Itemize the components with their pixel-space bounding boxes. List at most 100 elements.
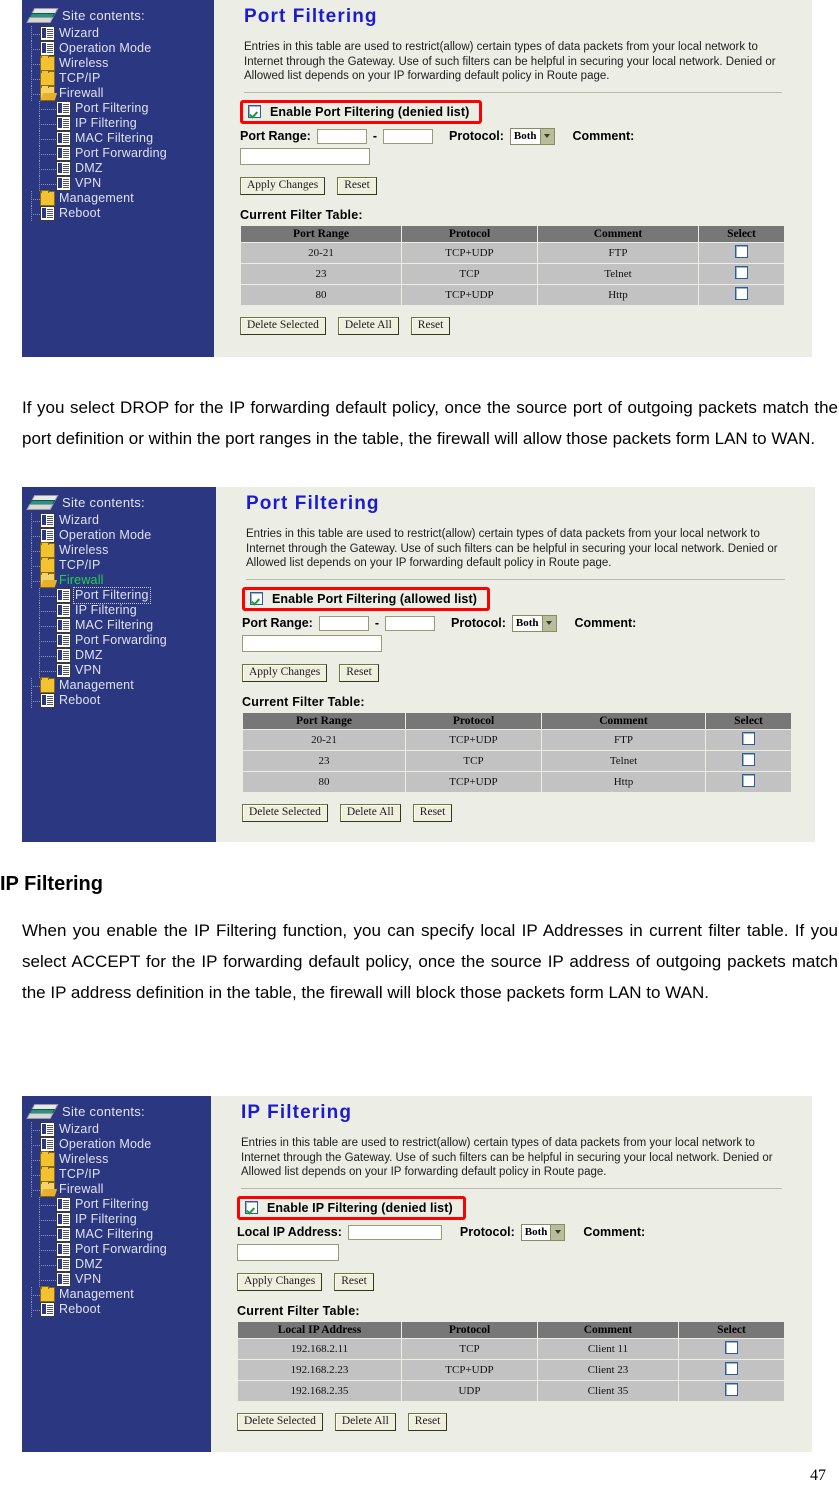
enable-checkbox[interactable] — [248, 105, 261, 118]
sidebar-item-reboot[interactable]: Reboot — [22, 693, 216, 708]
sidebar-item-wizard[interactable]: Wizard — [22, 513, 216, 528]
port-range-start-input[interactable] — [316, 128, 367, 144]
comment-input[interactable] — [240, 147, 370, 165]
tree-connector — [22, 603, 56, 618]
port-range-label: Port Range: — [240, 129, 311, 143]
sidebar-item-operation-mode[interactable]: Operation Mode — [22, 41, 214, 56]
folder-open-icon — [40, 572, 55, 588]
sidebar-item-label: IP Filtering — [75, 603, 137, 617]
delete-all-button[interactable]: Delete All — [339, 803, 401, 822]
sidebar-item-tcp-ip[interactable]: TCP/IP — [22, 557, 216, 573]
reset-table-button[interactable]: Reset — [412, 803, 453, 822]
delete-selected-button[interactable]: Delete Selected — [237, 1412, 323, 1431]
reset-table-button[interactable]: Reset — [407, 1412, 448, 1431]
enable-checkbox[interactable] — [250, 592, 263, 605]
sidebar-item-wizard[interactable]: Wizard — [22, 1122, 211, 1137]
sidebar-item-dmz[interactable]: DMZ — [22, 161, 214, 176]
row-select-checkbox[interactable] — [742, 773, 755, 787]
folder-open-icon — [40, 1181, 55, 1197]
sidebar-item-operation-mode[interactable]: Operation Mode — [22, 528, 216, 543]
select-cell — [698, 283, 785, 306]
disk-icon — [26, 1104, 59, 1119]
sidebar-item-port-filtering[interactable]: Port Filtering — [22, 1197, 211, 1212]
sidebar-item-port-filtering[interactable]: Port Filtering — [22, 587, 216, 604]
document-icon — [56, 176, 71, 191]
sidebar-item-management[interactable]: Management — [22, 190, 214, 206]
enable-port-filtering-row[interactable]: Enable Port Filtering (denied list) — [240, 99, 483, 124]
filter-table: Port Range Protocol Comment Select 20-21 TCP+… — [242, 711, 792, 793]
sidebar-item-management[interactable]: Management — [22, 677, 216, 693]
chevron-down-icon[interactable] — [539, 128, 554, 144]
sidebar-item-ip-filtering[interactable]: IP Filtering — [22, 1212, 211, 1227]
apply-changes-button[interactable]: Apply Changes — [237, 1272, 323, 1291]
sidebar-item-wireless[interactable]: Wireless — [22, 1151, 211, 1167]
apply-changes-button[interactable]: Apply Changes — [240, 176, 326, 195]
delete-all-button[interactable]: Delete All — [337, 316, 399, 335]
reset-table-button[interactable]: Reset — [410, 316, 451, 335]
delete-selected-button[interactable]: Delete Selected — [240, 316, 326, 335]
row-select-checkbox[interactable] — [725, 1340, 738, 1354]
sidebar-item-wireless[interactable]: Wireless — [22, 542, 216, 558]
sidebar-item-firewall[interactable]: Firewall — [22, 85, 214, 101]
sidebar-item-operation-mode[interactable]: Operation Mode — [22, 1137, 211, 1152]
sidebar-item-mac-filtering[interactable]: MAC Filtering — [22, 131, 214, 146]
sidebar-item-port-forwarding[interactable]: Port Forwarding — [22, 1242, 211, 1257]
enable-checkbox[interactable] — [245, 1201, 258, 1214]
comment-input[interactable] — [242, 634, 382, 652]
sidebar-item-mac-filtering[interactable]: MAC Filtering — [22, 618, 216, 633]
tree-connector — [22, 161, 56, 176]
sidebar-item-vpn[interactable]: VPN — [22, 663, 216, 678]
enable-ip-filtering-row[interactable]: Enable IP Filtering (denied list) — [237, 1195, 466, 1220]
sidebar-item-management[interactable]: Management — [22, 1286, 211, 1302]
delete-selected-button[interactable]: Delete Selected — [242, 803, 328, 822]
row-select-checkbox[interactable] — [725, 1361, 738, 1375]
sidebar-item-port-filtering[interactable]: Port Filtering — [22, 101, 214, 116]
sidebar-item-vpn[interactable]: VPN — [22, 176, 214, 191]
sidebar-item-dmz[interactable]: DMZ — [22, 1257, 211, 1272]
row-select-checkbox[interactable] — [725, 1382, 738, 1396]
local-ip-address-input[interactable] — [347, 1224, 442, 1240]
reset-button[interactable]: Reset — [339, 663, 379, 682]
sidebar-item-wireless[interactable]: Wireless — [22, 55, 214, 71]
sidebar-item-dmz[interactable]: DMZ — [22, 648, 216, 663]
document-icon — [56, 663, 71, 678]
chevron-down-icon[interactable] — [550, 1224, 565, 1240]
row-select-checkbox[interactable] — [735, 286, 748, 300]
sidebar-item-label: Port Forwarding — [75, 1242, 167, 1256]
sidebar-item-wizard[interactable]: Wizard — [22, 26, 214, 41]
paragraph-drop-policy: If you select DROP for the IP forwarding… — [22, 398, 838, 448]
sidebar-item-port-forwarding[interactable]: Port Forwarding — [22, 146, 214, 161]
sidebar-item-reboot[interactable]: Reboot — [22, 1302, 211, 1317]
port-range-start-input[interactable] — [318, 615, 369, 631]
site-tree: Wizard Operation Mode Wireless TCP/IP Firewa… — [22, 513, 216, 708]
sidebar-item-vpn[interactable]: VPN — [22, 1272, 211, 1287]
port-range-end-input[interactable] — [385, 615, 436, 631]
protocol-select[interactable]: Both — [509, 127, 555, 145]
enable-port-filtering-row[interactable]: Enable Port Filtering (allowed list) — [242, 586, 491, 611]
sidebar-item-tcp-ip[interactable]: TCP/IP — [22, 70, 214, 86]
reset-button[interactable]: Reset — [337, 176, 377, 195]
reset-button[interactable]: Reset — [334, 1272, 374, 1291]
port-range-end-input[interactable] — [383, 128, 434, 144]
sidebar-item-mac-filtering[interactable]: MAC Filtering — [22, 1227, 211, 1242]
apply-changes-button[interactable]: Apply Changes — [242, 663, 328, 682]
divider — [246, 578, 785, 580]
comment-input[interactable] — [237, 1243, 339, 1261]
row-select-checkbox[interactable] — [742, 731, 755, 745]
sidebar-item-firewall[interactable]: Firewall — [22, 572, 216, 588]
sidebar-item-port-forwarding[interactable]: Port Forwarding — [22, 633, 216, 648]
protocol-select[interactable]: Both — [520, 1223, 566, 1241]
row-select-checkbox[interactable] — [735, 244, 748, 258]
sidebar-item-firewall[interactable]: Firewall — [22, 1181, 211, 1197]
row-select-checkbox[interactable] — [742, 752, 755, 766]
protocol-select[interactable]: Both — [511, 614, 557, 632]
sidebar-item-ip-filtering[interactable]: IP Filtering — [22, 603, 216, 618]
row-select-checkbox[interactable] — [735, 265, 748, 279]
sidebar-item-tcp-ip[interactable]: TCP/IP — [22, 1166, 211, 1182]
page-title: IP Filtering — [241, 1102, 353, 1123]
table-cell: TCP+UDP — [401, 241, 538, 264]
sidebar-item-ip-filtering[interactable]: IP Filtering — [22, 116, 214, 131]
delete-all-button[interactable]: Delete All — [334, 1412, 396, 1431]
sidebar-item-reboot[interactable]: Reboot — [22, 206, 214, 221]
chevron-down-icon[interactable] — [541, 615, 556, 631]
